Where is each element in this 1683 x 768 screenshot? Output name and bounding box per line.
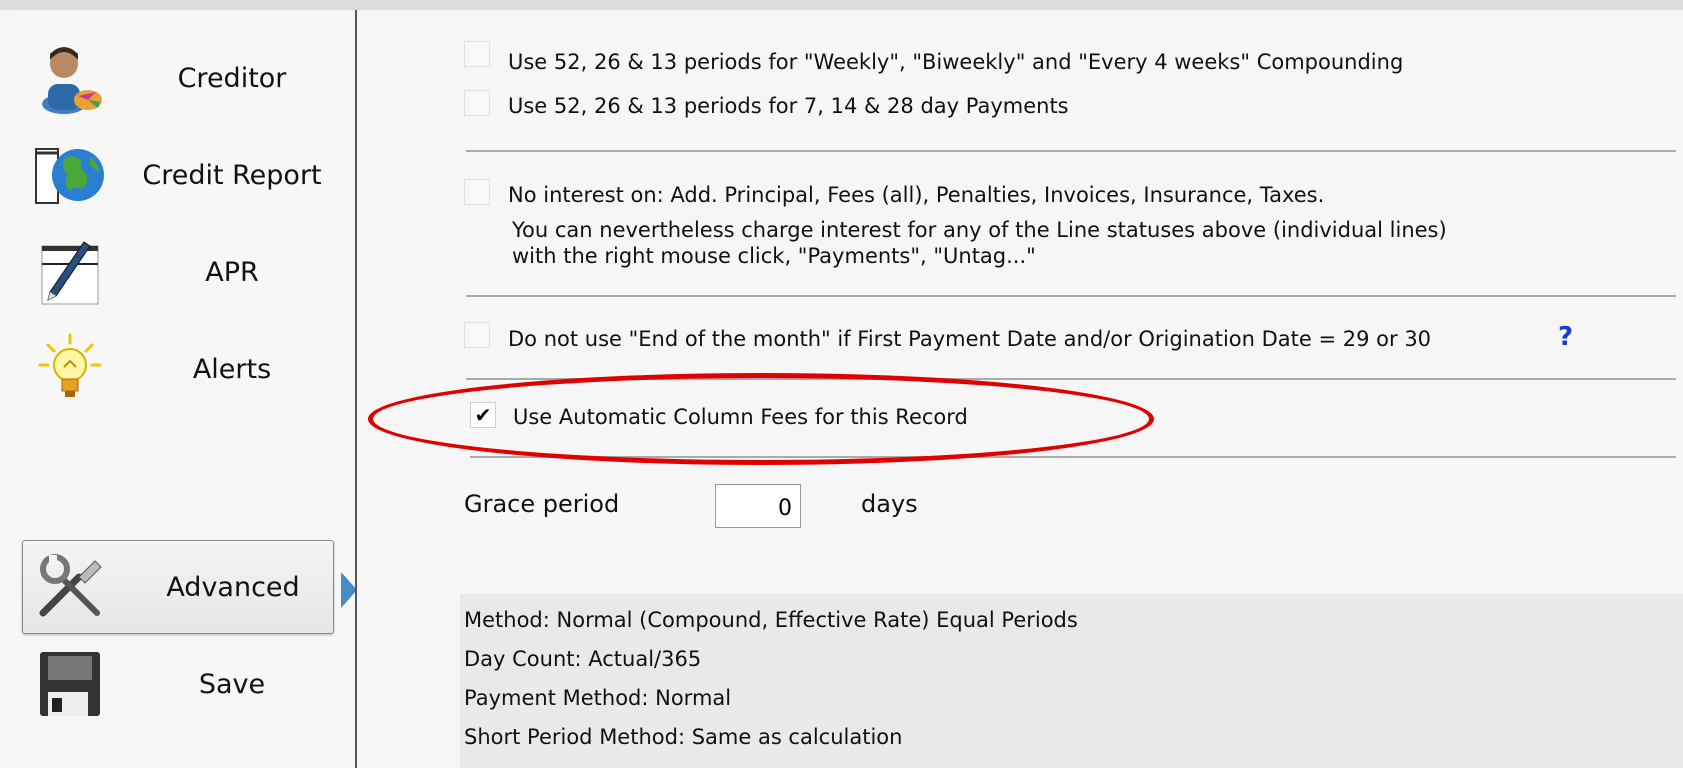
summary-day-count: Day Count: Actual/365 — [464, 647, 702, 671]
auto-column-fees-checkbox[interactable]: ✔ — [470, 402, 496, 428]
sidebar-item-label: APR — [205, 256, 259, 288]
periods-compounding-checkbox[interactable] — [464, 41, 490, 67]
sidebar-item-advanced[interactable]: Advanced — [22, 540, 334, 634]
auto-column-fees-label: Use Automatic Column Fees for this Recor… — [513, 405, 968, 429]
grace-period-unit: days — [861, 490, 918, 518]
lightbulb-icon — [38, 333, 102, 397]
summary-method: Method: Normal (Compound, Effective Rate… — [464, 608, 1078, 632]
globe-icon — [35, 148, 104, 204]
separator — [466, 378, 1676, 380]
help-icon[interactable]: ? — [1558, 322, 1573, 352]
sidebar-item-label: Alerts — [192, 353, 272, 385]
grace-period-input[interactable] — [715, 484, 801, 528]
sidebar-item-creditor[interactable]: Creditor — [22, 30, 332, 126]
no-interest-note-line2: with the right mouse click, "Payments", … — [512, 244, 1036, 268]
sidebar-item-label: Creditor — [177, 62, 287, 94]
no-interest-checkbox[interactable] — [464, 179, 490, 205]
no-interest-label: No interest on: Add. Principal, Fees (al… — [508, 183, 1325, 207]
sidebar-item-apr[interactable]: APR — [22, 224, 332, 320]
creditor-icon — [42, 47, 102, 114]
checkmark-icon: ✔ — [474, 403, 492, 427]
tools-icon — [39, 554, 102, 617]
separator — [466, 150, 1676, 152]
calculation-summary: Method: Normal (Compound, Effective Rate… — [460, 594, 1683, 768]
periods-payments-label: Use 52, 26 & 13 periods for 7, 14 & 28 d… — [508, 94, 1069, 118]
end-of-month-checkbox[interactable] — [464, 322, 490, 348]
end-of-month-label: Do not use "End of the month" if First P… — [508, 327, 1432, 351]
separator — [466, 295, 1676, 297]
sidebar-item-save[interactable]: Save — [22, 636, 332, 732]
summary-short-period: Short Period Method: Same as calculation — [464, 725, 903, 749]
separator — [470, 456, 1676, 458]
no-interest-note-line1: You can nevertheless charge interest for… — [512, 218, 1447, 242]
sidebar-divider — [355, 10, 357, 768]
periods-compounding-label: Use 52, 26 & 13 periods for "Weekly", "B… — [508, 50, 1404, 74]
grace-period-label: Grace period — [464, 490, 620, 518]
sidebar-item-label: Save — [198, 668, 266, 700]
periods-payments-checkbox[interactable] — [464, 90, 490, 116]
floppy-disk-icon — [40, 652, 100, 716]
summary-payment-method: Payment Method: Normal — [464, 686, 732, 710]
pen-icon — [41, 241, 99, 305]
sidebar-item-label: Credit Report — [142, 159, 322, 191]
sidebar-item-credit-report[interactable]: Credit Report — [22, 127, 332, 223]
sidebar-item-alerts[interactable]: Alerts — [22, 321, 332, 417]
sidebar-item-label: Advanced — [166, 571, 300, 603]
sidebar: Creditor Credit Report APR Alerts Advanc… — [10, 10, 355, 768]
